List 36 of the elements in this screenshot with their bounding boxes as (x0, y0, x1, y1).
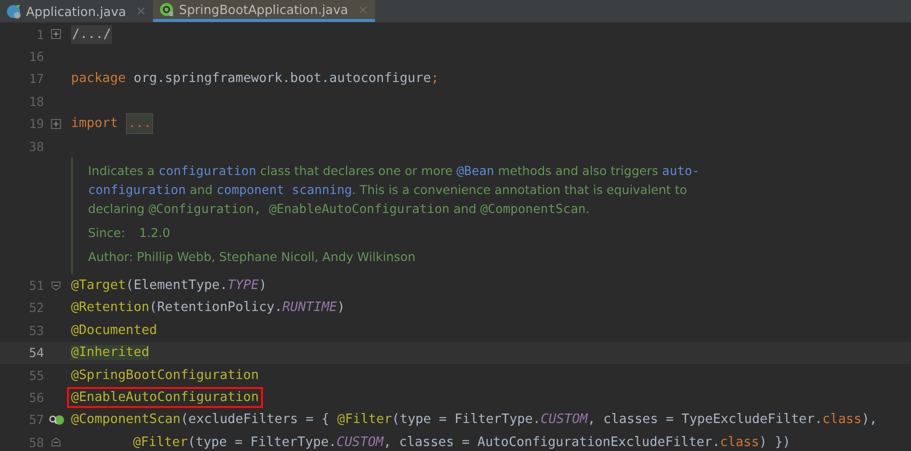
code-line: import ... (69, 115, 156, 132)
code-line: @Retention(RetentionPolicy.RUNTIME) (70, 299, 346, 316)
expand-icon[interactable] (51, 118, 61, 129)
line-number: 56 (28, 390, 45, 405)
expand-icon[interactable] (51, 29, 61, 40)
close-icon[interactable] (137, 7, 146, 15)
line-number: 53 (28, 322, 45, 338)
line-number: 19 (28, 116, 45, 132)
editor-tab[interactable]: Application.java (0, 0, 154, 22)
code-line: @Target(ElementType.TYPE) (70, 277, 268, 294)
line-number: 16 (28, 49, 45, 64)
line-number: 54 (28, 345, 45, 360)
fold-end-icon[interactable] (51, 437, 61, 448)
collapse-icon[interactable] (51, 280, 61, 291)
line-number: 55 (28, 368, 45, 383)
code-line: @Documented (70, 322, 158, 339)
line-number: 51 (28, 278, 45, 294)
class-file-icon (6, 4, 21, 18)
author-text: Author: Phillip Webb, Stephane Nicoll, Andy Wilkinson (88, 249, 416, 266)
line-number: 1 (35, 26, 45, 42)
editor-tab[interactable]: SpringBootApplication.java (153, 0, 376, 22)
line-number: 57 (28, 412, 45, 428)
line-number: 17 (28, 71, 45, 86)
code-line: package org.springframework.boot.autoconfigure; (70, 70, 440, 88)
line-number: 38 (28, 138, 45, 154)
line-number: 58 (28, 434, 45, 450)
line-number: 18 (28, 94, 45, 109)
bean-search-icon[interactable] (48, 414, 64, 426)
code-line: @Filter(type = FilterType.CUSTOM, classes = AutoConfigurationExcludeFilter.class) }) (132, 434, 792, 451)
annotation-file-icon (159, 2, 174, 17)
since-value: 1.2.0 (139, 225, 170, 242)
line-number: 52 (28, 300, 45, 316)
code-line: @ComponentScan(excludeFilters = { @Filter(type = FilterType.CUSTOM, classes = TypeExcludeFilter.class), (70, 411, 878, 428)
since-label: Since: (88, 225, 126, 242)
code-line: @SpringBootConfiguration (70, 366, 260, 384)
doc-text: Indicates a configuration class that declares one or more @Bean methods and also triggers auto- configuration and component scanning. This is a convenience annotation that is equivalent to declaring @Configuration, @EnableAutoConfiguration and @ComponentScan. (88, 162, 700, 218)
